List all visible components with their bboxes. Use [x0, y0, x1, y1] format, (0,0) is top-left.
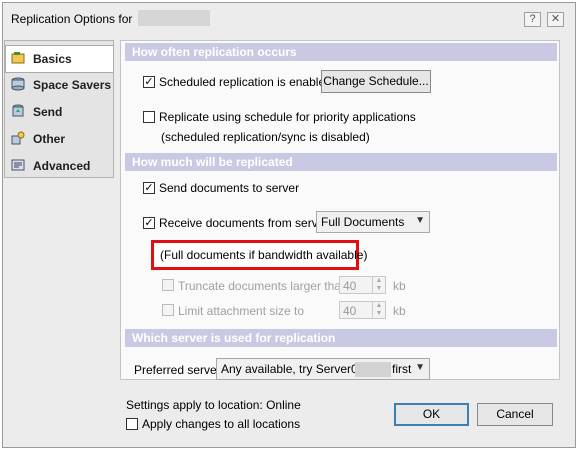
sidebar-item-send[interactable]: Send [6, 99, 112, 125]
scheduled-replication-checkbox[interactable]: ✓ [143, 76, 155, 88]
redacted-server-suffix [355, 362, 391, 377]
basics-icon [11, 52, 25, 64]
advanced-icon [11, 159, 25, 171]
send-documents-label: Send documents to server [159, 181, 300, 195]
preferred-server-label: Preferred server [134, 363, 221, 377]
sidebar-item-label: Space Savers [33, 78, 112, 92]
section-how-much: How much will be replicated [125, 153, 557, 171]
apply-all-locations-label: Apply changes to all locations [142, 417, 301, 431]
receive-documents-checkbox[interactable]: ✓ [143, 217, 155, 229]
truncate-size-unit: kb [393, 279, 406, 293]
sidebar-item-label: Basics [33, 52, 72, 66]
stepper-arrows-icon[interactable]: ▲ ▼ [372, 277, 385, 293]
apply-all-locations-checkbox[interactable] [126, 418, 138, 430]
sidebar-nav: Basics Space Savers Send Other Advanced [4, 40, 114, 178]
ok-button[interactable]: OK [394, 403, 469, 426]
priority-schedule-label: Replicate using schedule for priority ap… [159, 110, 416, 124]
truncate-documents-checkbox[interactable] [162, 279, 174, 291]
send-documents-checkbox[interactable]: ✓ [143, 182, 155, 194]
sidebar-item-other[interactable]: Other [6, 126, 112, 152]
sidebar-item-basics[interactable]: Basics [5, 45, 114, 73]
section-which-server: Which server is used for replication [125, 329, 557, 347]
preferred-server-select[interactable]: Any available, try Server01 first ▼ [216, 358, 430, 380]
sidebar-item-label: Other [33, 132, 66, 146]
receive-mode-select[interactable]: Full Documents ▼ [316, 211, 430, 233]
section-how-often: How often replication occurs [125, 43, 557, 61]
priority-schedule-checkbox[interactable] [143, 111, 155, 123]
sidebar-item-label: Advanced [33, 159, 91, 173]
close-button[interactable]: ✕ [547, 12, 564, 27]
cancel-button[interactable]: Cancel [477, 403, 553, 426]
help-button[interactable]: ? [524, 12, 541, 27]
truncate-documents-label: Truncate documents larger than [178, 279, 348, 293]
sidebar-item-space-savers[interactable]: Space Savers [6, 72, 112, 98]
sidebar-item-advanced[interactable]: Advanced [6, 153, 112, 179]
priority-schedule-note: (scheduled replication/sync is disabled) [161, 130, 370, 144]
stepper-arrows-icon[interactable]: ▲ ▼ [372, 302, 385, 318]
change-schedule-button[interactable]: Change Schedule... [321, 70, 431, 93]
truncate-size-stepper[interactable]: 40 ▲ ▼ [339, 276, 386, 294]
space-savers-icon [11, 77, 25, 91]
title-bar: Replication Options for ? ✕ [3, 3, 575, 33]
redacted-location-name [138, 10, 210, 26]
truncate-size-value: 40 [343, 279, 357, 293]
preferred-server-value: Any available, try Server01 [221, 362, 365, 376]
chevron-down-icon: ▼ [415, 215, 425, 226]
full-documents-note: (Full documents if bandwidth available) [160, 248, 368, 262]
chevron-down-icon: ▼ [415, 362, 425, 373]
limit-attachment-value: 40 [343, 304, 357, 318]
location-status-text: Settings apply to location: Online [126, 398, 301, 412]
sidebar-item-label: Send [33, 105, 63, 119]
receive-mode-value: Full Documents [321, 215, 405, 229]
limit-attachment-unit: kb [393, 304, 406, 318]
limit-attachment-label: Limit attachment size to [178, 304, 305, 318]
limit-attachment-checkbox[interactable] [162, 304, 174, 316]
limit-attachment-stepper[interactable]: 40 ▲ ▼ [339, 301, 386, 319]
other-icon [11, 131, 25, 145]
full-documents-note-highlight: (Full documents if bandwidth available) [151, 240, 367, 270]
send-icon [12, 104, 24, 117]
receive-documents-label: Receive documents from server [159, 216, 329, 230]
scheduled-replication-label: Scheduled replication is enabled [159, 75, 332, 89]
preferred-server-value-suffix: first [392, 362, 412, 376]
dialog-title: Replication Options for [11, 12, 133, 26]
